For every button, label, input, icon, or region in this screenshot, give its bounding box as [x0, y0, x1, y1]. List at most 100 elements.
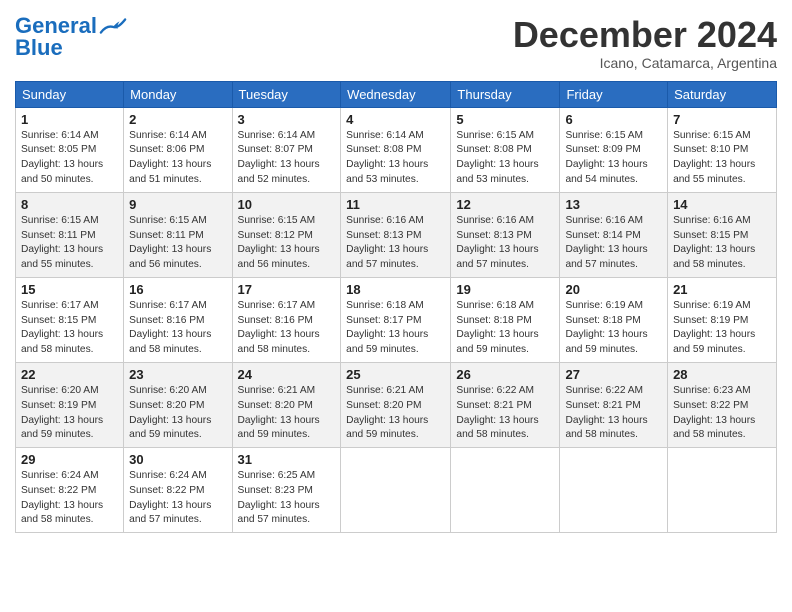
col-wednesday: Wednesday: [341, 81, 451, 107]
day-info: Sunrise: 6:22 AMSunset: 8:21 PMDaylight:…: [565, 384, 662, 443]
day-number: 16: [129, 282, 226, 297]
day-number: 21: [673, 282, 771, 297]
logo-general: General: [15, 15, 97, 37]
day-info: Sunrise: 6:15 AMSunset: 8:12 PMDaylight:…: [238, 214, 336, 273]
title-block: December 2024 Icano, Catamarca, Argentin…: [513, 15, 777, 71]
day-number: 17: [238, 282, 336, 297]
day-number: 1: [21, 112, 118, 127]
header-row: Sunday Monday Tuesday Wednesday Thursday…: [16, 81, 777, 107]
day-number: 28: [673, 367, 771, 382]
calendar-week-2: 8 Sunrise: 6:15 AMSunset: 8:11 PMDaylight…: [16, 192, 777, 277]
day-number: 19: [456, 282, 554, 297]
day-info: Sunrise: 6:19 AMSunset: 8:18 PMDaylight:…: [565, 299, 662, 358]
day-number: 27: [565, 367, 662, 382]
table-row: 22Sunrise: 6:20 AMSunset: 8:19 PMDayligh…: [16, 362, 124, 447]
table-row: 24 Sunrise: 6:21 AMSunset: 8:20 PMDayligh…: [232, 362, 341, 447]
day-number: 3: [238, 112, 336, 127]
day-info: Sunrise: 6:24 AMSunset: 8:22 PMDaylight:…: [129, 469, 226, 528]
col-saturday: Saturday: [668, 81, 777, 107]
col-friday: Friday: [560, 81, 668, 107]
day-number: 7: [673, 112, 771, 127]
table-row: 18Sunrise: 6:18 AMSunset: 8:17 PMDayligh…: [341, 277, 451, 362]
table-row: 4Sunrise: 6:14 AMSunset: 8:08 PMDaylight…: [341, 107, 451, 192]
table-row: 8 Sunrise: 6:15 AMSunset: 8:11 PMDaylight…: [16, 192, 124, 277]
day-info: Sunrise: 6:23 AMSunset: 8:22 PMDaylight:…: [673, 384, 771, 443]
day-info: Sunrise: 6:16 AMSunset: 8:13 PMDaylight:…: [456, 214, 554, 273]
day-number: 24: [238, 367, 336, 382]
day-info: Sunrise: 6:14 AMSunset: 8:07 PMDaylight:…: [238, 129, 336, 188]
location: Icano, Catamarca, Argentina: [513, 55, 777, 71]
calendar-week-5: 29 Sunrise: 6:24 AMSunset: 8:22 PMDayligh…: [16, 448, 777, 533]
table-row: 23 Sunrise: 6:20 AMSunset: 8:20 PMDayligh…: [124, 362, 232, 447]
day-info: Sunrise: 6:16 AMSunset: 8:14 PMDaylight:…: [565, 214, 662, 273]
table-row: 12 Sunrise: 6:16 AMSunset: 8:13 PMDayligh…: [451, 192, 560, 277]
day-number: 11: [346, 197, 445, 212]
table-row: 15 Sunrise: 6:17 AMSunset: 8:15 PMDayligh…: [16, 277, 124, 362]
day-info: Sunrise: 6:16 AMSunset: 8:15 PMDaylight:…: [673, 214, 771, 273]
table-row: 26 Sunrise: 6:22 AMSunset: 8:21 PMDayligh…: [451, 362, 560, 447]
table-row: 31 Sunrise: 6:25 AMSunset: 8:23 PMDayligh…: [232, 448, 341, 533]
table-row: 6 Sunrise: 6:15 AMSunset: 8:09 PMDaylight…: [560, 107, 668, 192]
table-row: 27 Sunrise: 6:22 AMSunset: 8:21 PMDayligh…: [560, 362, 668, 447]
day-info: Sunrise: 6:21 AMSunset: 8:20 PMDaylight:…: [346, 384, 445, 443]
day-number: 15: [21, 282, 118, 297]
day-info: Sunrise: 6:17 AMSunset: 8:15 PMDaylight:…: [21, 299, 118, 358]
day-info: Sunrise: 6:20 AMSunset: 8:19 PMDaylight:…: [21, 384, 118, 443]
table-row: 21Sunrise: 6:19 AMSunset: 8:19 PMDayligh…: [668, 277, 777, 362]
month-title: December 2024: [513, 15, 777, 55]
table-row: 9Sunrise: 6:15 AMSunset: 8:11 PMDaylight…: [124, 192, 232, 277]
day-number: 29: [21, 452, 118, 467]
calendar-table: Sunday Monday Tuesday Wednesday Thursday…: [15, 81, 777, 534]
day-number: 2: [129, 112, 226, 127]
day-number: 20: [565, 282, 662, 297]
day-number: 10: [238, 197, 336, 212]
day-info: Sunrise: 6:14 AMSunset: 8:06 PMDaylight:…: [129, 129, 226, 188]
col-sunday: Sunday: [16, 81, 124, 107]
table-row: 5 Sunrise: 6:15 AMSunset: 8:08 PMDaylight…: [451, 107, 560, 192]
table-row: 14Sunrise: 6:16 AMSunset: 8:15 PMDayligh…: [668, 192, 777, 277]
table-row: [451, 448, 560, 533]
day-number: 23: [129, 367, 226, 382]
table-row: 20 Sunrise: 6:19 AMSunset: 8:18 PMDayligh…: [560, 277, 668, 362]
table-row: [668, 448, 777, 533]
day-number: 18: [346, 282, 445, 297]
day-info: Sunrise: 6:16 AMSunset: 8:13 PMDaylight:…: [346, 214, 445, 273]
day-info: Sunrise: 6:17 AMSunset: 8:16 PMDaylight:…: [238, 299, 336, 358]
table-row: 11 Sunrise: 6:16 AMSunset: 8:13 PMDayligh…: [341, 192, 451, 277]
logo: General Blue: [15, 15, 127, 60]
table-row: [560, 448, 668, 533]
main-container: General Blue December 2024 Icano, Catama…: [0, 0, 792, 543]
col-thursday: Thursday: [451, 81, 560, 107]
day-info: Sunrise: 6:22 AMSunset: 8:21 PMDaylight:…: [456, 384, 554, 443]
day-number: 8: [21, 197, 118, 212]
table-row: 17 Sunrise: 6:17 AMSunset: 8:16 PMDayligh…: [232, 277, 341, 362]
day-info: Sunrise: 6:17 AMSunset: 8:16 PMDaylight:…: [129, 299, 226, 358]
day-info: Sunrise: 6:14 AMSunset: 8:08 PMDaylight:…: [346, 129, 445, 188]
day-number: 5: [456, 112, 554, 127]
day-info: Sunrise: 6:15 AMSunset: 8:11 PMDaylight:…: [21, 214, 118, 273]
calendar-week-1: 1Sunrise: 6:14 AMSunset: 8:05 PMDaylight…: [16, 107, 777, 192]
col-tuesday: Tuesday: [232, 81, 341, 107]
table-row: [341, 448, 451, 533]
day-number: 6: [565, 112, 662, 127]
logo-blue: Blue: [15, 35, 63, 60]
day-info: Sunrise: 6:15 AMSunset: 8:08 PMDaylight:…: [456, 129, 554, 188]
table-row: 25Sunrise: 6:21 AMSunset: 8:20 PMDayligh…: [341, 362, 451, 447]
header: General Blue December 2024 Icano, Catama…: [15, 15, 777, 71]
day-number: 31: [238, 452, 336, 467]
day-info: Sunrise: 6:20 AMSunset: 8:20 PMDaylight:…: [129, 384, 226, 443]
calendar-week-4: 22Sunrise: 6:20 AMSunset: 8:19 PMDayligh…: [16, 362, 777, 447]
day-info: Sunrise: 6:15 AMSunset: 8:10 PMDaylight:…: [673, 129, 771, 188]
day-number: 13: [565, 197, 662, 212]
day-info: Sunrise: 6:21 AMSunset: 8:20 PMDaylight:…: [238, 384, 336, 443]
day-info: Sunrise: 6:15 AMSunset: 8:11 PMDaylight:…: [129, 214, 226, 273]
table-row: 10 Sunrise: 6:15 AMSunset: 8:12 PMDayligh…: [232, 192, 341, 277]
table-row: 2 Sunrise: 6:14 AMSunset: 8:06 PMDaylight…: [124, 107, 232, 192]
day-info: Sunrise: 6:15 AMSunset: 8:09 PMDaylight:…: [565, 129, 662, 188]
day-number: 26: [456, 367, 554, 382]
day-info: Sunrise: 6:25 AMSunset: 8:23 PMDaylight:…: [238, 469, 336, 528]
col-monday: Monday: [124, 81, 232, 107]
day-number: 12: [456, 197, 554, 212]
table-row: 1Sunrise: 6:14 AMSunset: 8:05 PMDaylight…: [16, 107, 124, 192]
table-row: 29Sunrise: 6:24 AMSunset: 8:22 PMDayligh…: [16, 448, 124, 533]
